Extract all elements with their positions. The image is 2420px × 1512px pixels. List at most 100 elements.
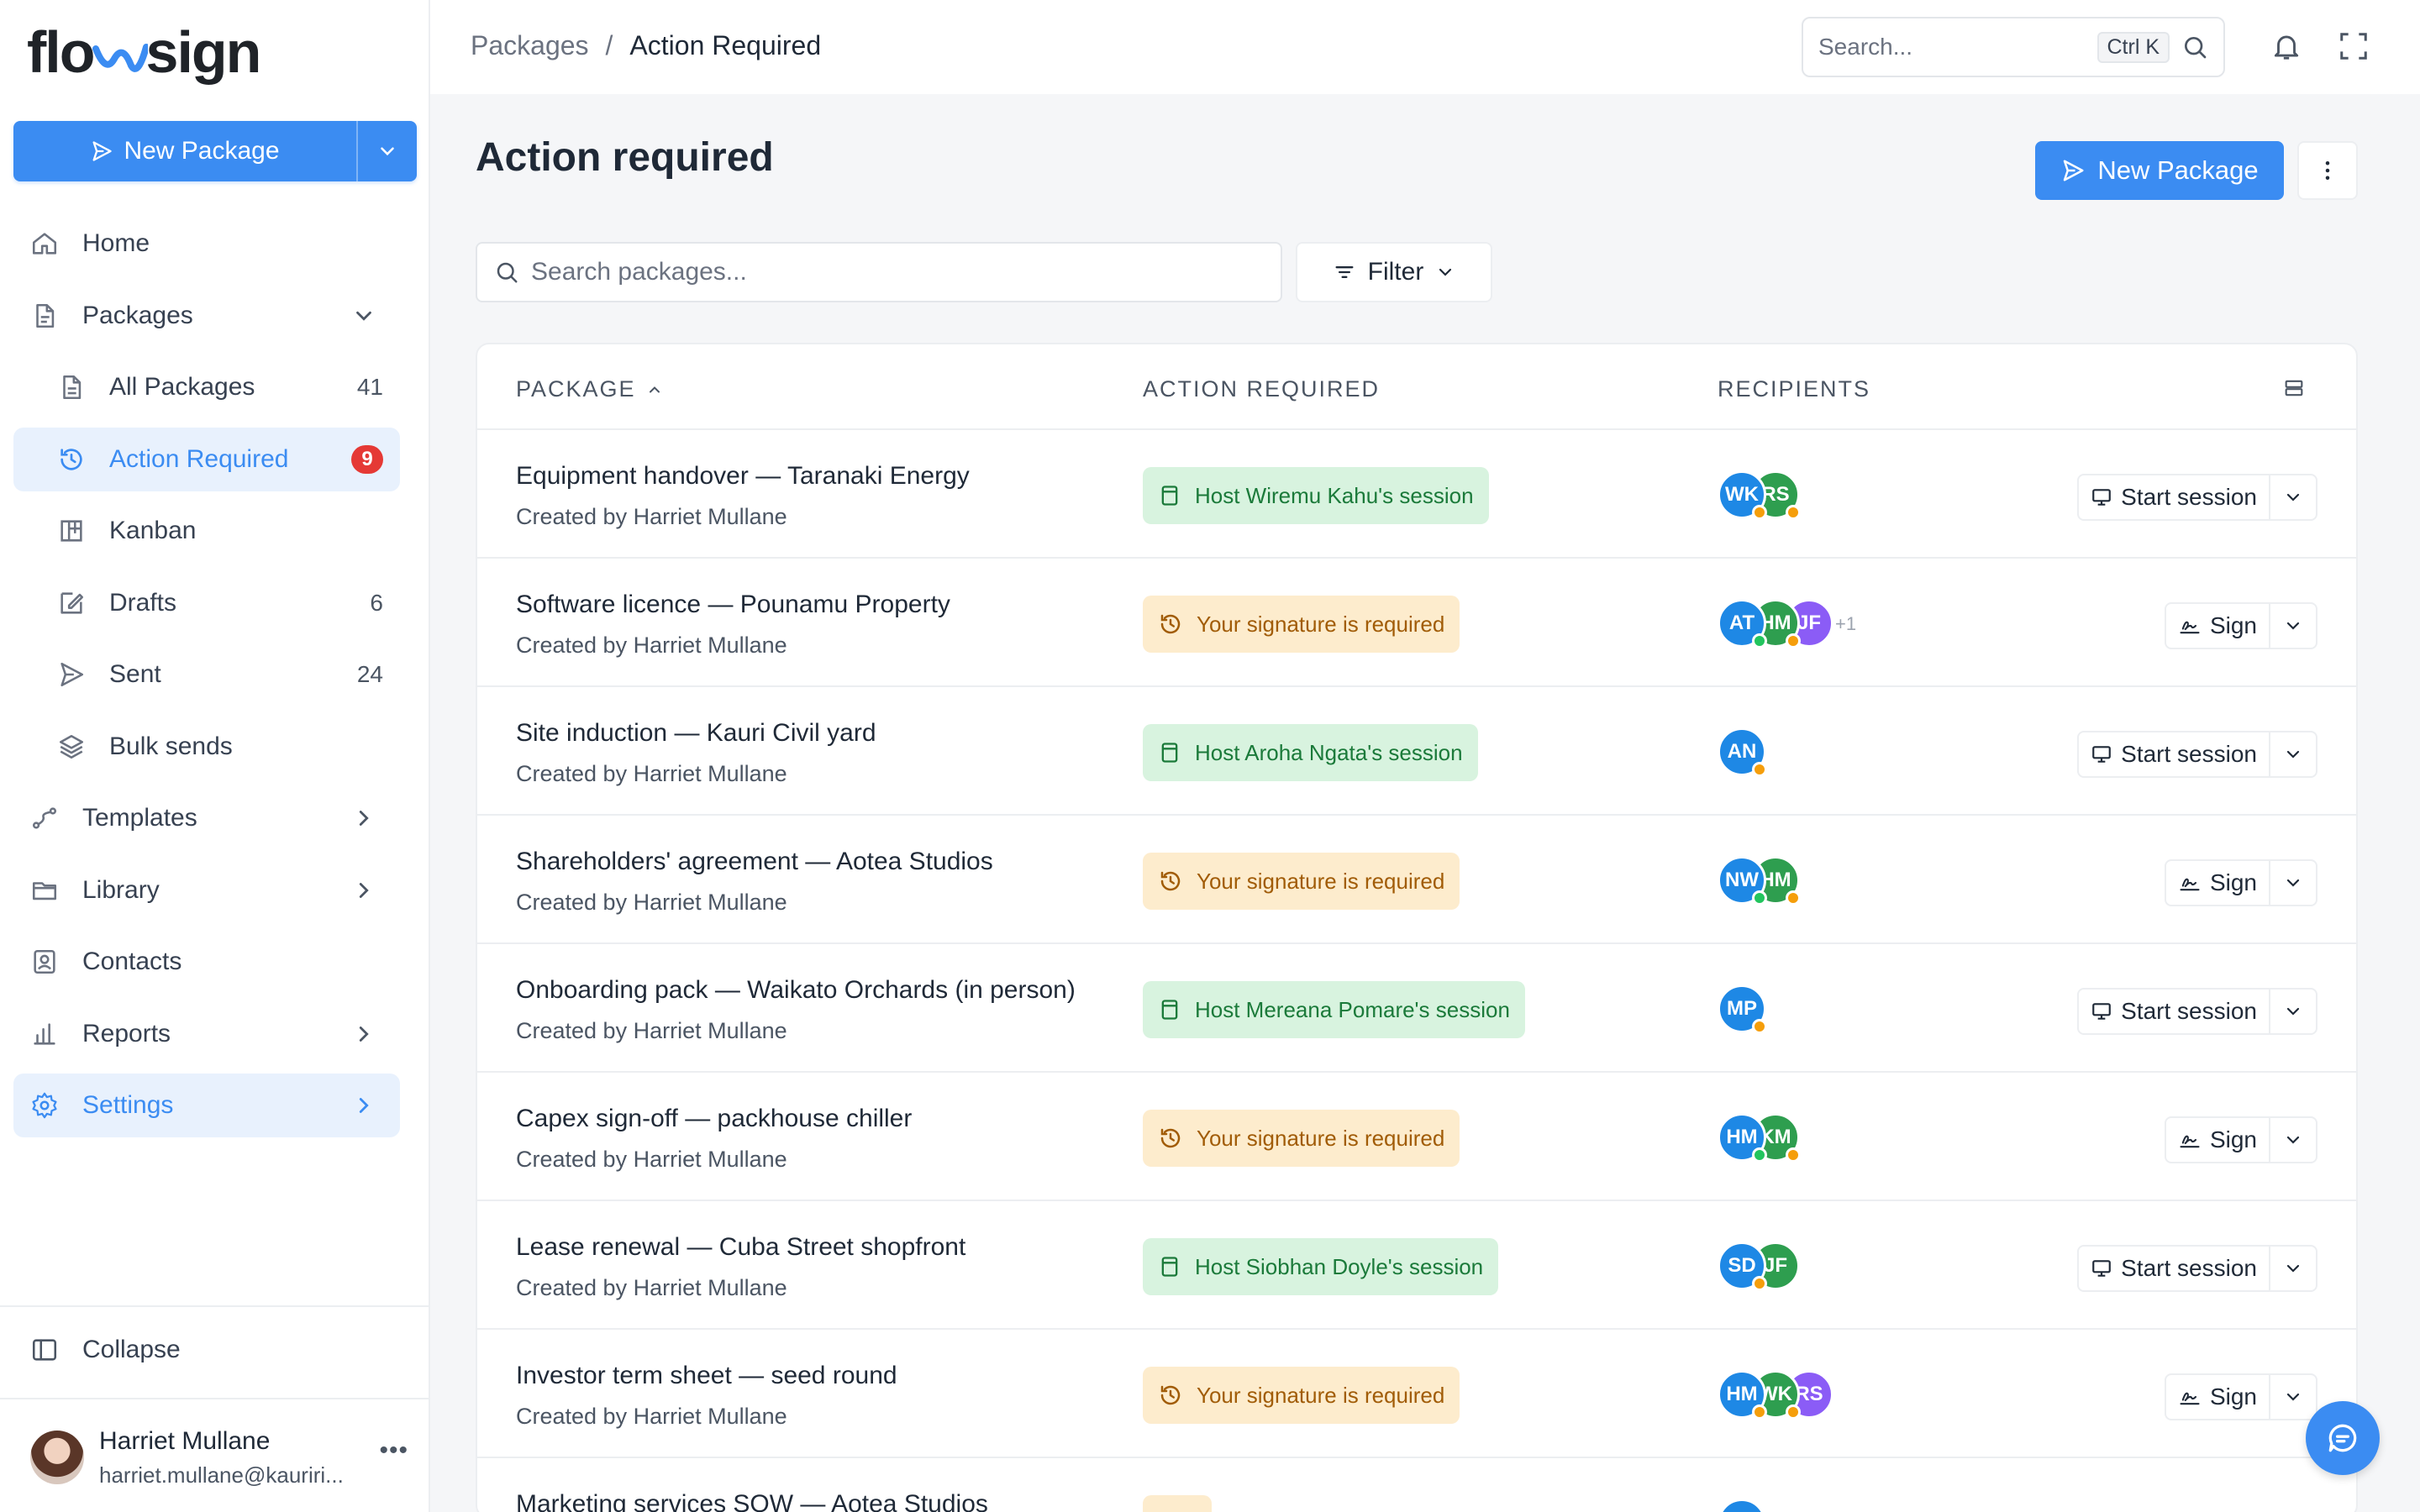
sidebar-item-label: Packages bbox=[82, 301, 193, 329]
start-session-button[interactable]: Start session bbox=[2079, 990, 2270, 1033]
row-action-dropdown-button[interactable] bbox=[2270, 1130, 2316, 1150]
package-title[interactable]: Capex sign-off — packhouse chiller bbox=[516, 1105, 912, 1133]
package-title[interactable]: Marketing services SOW — Aotea Studios bbox=[516, 1490, 988, 1512]
chevron-right-icon bbox=[359, 1098, 369, 1113]
recipient-initials: HM bbox=[1726, 1126, 1758, 1148]
table-row[interactable]: Marketing services SOW — Aotea Studios bbox=[477, 1458, 2356, 1512]
sidebar-item-contacts[interactable]: Contacts bbox=[13, 930, 400, 994]
more-options-button[interactable] bbox=[2297, 141, 2358, 200]
sign-button[interactable]: Sign bbox=[2166, 1118, 2270, 1162]
package-title[interactable]: Lease renewal — Cuba Street shopfront bbox=[516, 1233, 965, 1262]
row-action-dropdown-button[interactable] bbox=[2270, 487, 2316, 507]
filter-button[interactable]: Filter bbox=[1296, 242, 1492, 302]
user-email: harriet.mullane@kauriri... bbox=[99, 1462, 344, 1488]
row-action-dropdown-button[interactable] bbox=[2270, 744, 2316, 764]
sidebar-item-kanban[interactable]: Kanban bbox=[13, 499, 400, 563]
table-row[interactable]: Software licence — Pounamu Property Creat… bbox=[477, 559, 2356, 687]
sidebar-item-settings[interactable]: Settings bbox=[13, 1074, 400, 1137]
new-package-label: New Package bbox=[2097, 155, 2259, 185]
table-row[interactable]: Shareholders' agreement — Aotea Studios C… bbox=[477, 816, 2356, 944]
kanban-icon bbox=[60, 520, 82, 542]
sign-button[interactable]: Sign bbox=[2166, 1375, 2270, 1419]
sidebar-item-sent[interactable]: Sent 24 bbox=[13, 643, 400, 706]
sidebar-item-all-packages[interactable]: All Packages 41 bbox=[13, 355, 400, 419]
chevron-down-icon bbox=[2286, 879, 2300, 887]
recipients-group[interactable]: HM KM bbox=[1718, 1113, 1801, 1163]
action-required-pill bbox=[1143, 1495, 1212, 1512]
sidebar-item-bulk-sends[interactable]: Bulk sends bbox=[13, 715, 400, 779]
recipient-avatar: SD bbox=[1718, 1242, 1767, 1291]
recipients-group[interactable]: MP bbox=[1718, 984, 1767, 1035]
row-action-split-button: Start session bbox=[2077, 1245, 2317, 1292]
recipients-group[interactable] bbox=[1718, 1499, 1766, 1512]
package-title[interactable]: Site induction — Kauri Civil yard bbox=[516, 719, 876, 748]
user-menu-more-icon[interactable]: ••• bbox=[379, 1436, 408, 1465]
row-action-dropdown-button[interactable] bbox=[2270, 1001, 2316, 1021]
table-row[interactable]: Site induction — Kauri Civil yard Created… bbox=[477, 687, 2356, 816]
row-action-split-button: Sign bbox=[2164, 1116, 2317, 1163]
package-creator: Created by Harriet Mullane bbox=[516, 1404, 787, 1429]
sign-button[interactable]: Sign bbox=[2166, 861, 2270, 905]
package-title[interactable]: Onboarding pack — Waikato Orchards (in p… bbox=[516, 976, 1076, 1005]
sidebar-item-count: 41 bbox=[356, 374, 383, 400]
recipients-group[interactable]: WK RS bbox=[1718, 470, 1801, 521]
recipients-group[interactable]: AN bbox=[1718, 727, 1767, 778]
package-title[interactable]: Shareholders' agreement — Aotea Studios bbox=[516, 848, 993, 876]
sidebar-item-home[interactable]: Home bbox=[13, 212, 400, 276]
start-session-button[interactable]: Start session bbox=[2079, 1247, 2270, 1290]
action-button-label: Sign bbox=[2209, 869, 2257, 895]
package-title[interactable]: Software licence — Pounamu Property bbox=[516, 591, 950, 619]
sign-button[interactable]: Sign bbox=[2166, 604, 2270, 648]
recipients-group[interactable]: AT HM JF +1 bbox=[1718, 599, 1856, 649]
collapse-button[interactable]: Collapse bbox=[30, 1336, 181, 1364]
sidebar-item-templates[interactable]: Templates bbox=[13, 786, 400, 850]
package-search-input[interactable]: Search packages... bbox=[476, 242, 1282, 302]
start-session-button[interactable]: Start session bbox=[2079, 732, 2270, 776]
sidebar-item-drafts[interactable]: Drafts 6 bbox=[13, 571, 400, 635]
row-action-dropdown-button[interactable] bbox=[2270, 616, 2316, 636]
new-package-button-main[interactable]: New Package bbox=[2035, 141, 2284, 200]
logo[interactable]: flo sign bbox=[27, 18, 261, 86]
sidebar-nav: Home Packages All Packages 41 Action Req… bbox=[13, 212, 400, 1146]
table-row[interactable]: Lease renewal — Cuba Street shopfront Cre… bbox=[477, 1201, 2356, 1330]
new-package-dropdown-button[interactable] bbox=[356, 121, 417, 181]
chevron-down-icon bbox=[2286, 1007, 2300, 1016]
recipients-group[interactable]: HM WK RS bbox=[1718, 1370, 1833, 1420]
package-title[interactable]: Equipment handover — Taranaki Energy bbox=[516, 462, 970, 491]
package-title[interactable]: Investor term sheet — seed round bbox=[516, 1362, 897, 1390]
breadcrumb-packages[interactable]: Packages bbox=[471, 30, 589, 61]
recipient-status-dot bbox=[1786, 1147, 1801, 1163]
row-action-dropdown-button[interactable] bbox=[2270, 873, 2316, 893]
recipients-group[interactable]: NW HM bbox=[1718, 856, 1801, 906]
sidebar-item-action-required[interactable]: Action Required 9 bbox=[13, 427, 400, 491]
recipient-avatar: AN bbox=[1718, 727, 1767, 777]
package-creator: Created by Harriet Mullane bbox=[516, 1018, 787, 1043]
bell-icon[interactable] bbox=[2270, 30, 2302, 62]
sidebar-item-count: 6 bbox=[370, 589, 383, 616]
table-row[interactable]: Equipment handover — Taranaki Energy Crea… bbox=[477, 430, 2356, 559]
sidebar-item-packages[interactable]: Packages bbox=[13, 284, 400, 348]
sidebar-item-reports[interactable]: Reports bbox=[13, 1002, 400, 1066]
global-search-input[interactable]: Search... Ctrl K bbox=[1802, 17, 2225, 77]
action-required-text: Your signature is required bbox=[1197, 1382, 1445, 1408]
row-action-dropdown-button[interactable] bbox=[2270, 1258, 2316, 1278]
recipients-group[interactable]: SD JF bbox=[1718, 1242, 1800, 1292]
column-header-package[interactable]: PACKAGE bbox=[516, 376, 663, 402]
table-row[interactable]: Onboarding pack — Waikato Orchards (in p… bbox=[477, 944, 2356, 1073]
sidebar-item-label: Drafts bbox=[109, 588, 177, 617]
row-action-dropdown-button[interactable] bbox=[2270, 1387, 2316, 1407]
recipient-avatar: WK bbox=[1718, 470, 1767, 520]
start-session-button[interactable]: Start session bbox=[2079, 475, 2270, 519]
table-row[interactable]: Capex sign-off — packhouse chiller Create… bbox=[477, 1073, 2356, 1201]
monitor-icon bbox=[2092, 746, 2111, 763]
fullscreen-icon[interactable] bbox=[2338, 30, 2370, 62]
sidebar-item-label: Settings bbox=[82, 1091, 174, 1119]
chat-support-button[interactable] bbox=[2306, 1401, 2380, 1475]
action-button-label: Sign bbox=[2209, 1126, 2257, 1152]
sidebar-item-library[interactable]: Library bbox=[13, 858, 400, 922]
column-settings-icon[interactable] bbox=[2282, 376, 2306, 400]
user-profile[interactable]: Harriet Mullane harriet.mullane@kauriri.… bbox=[30, 1420, 408, 1495]
table-row[interactable]: Investor term sheet — seed round Created … bbox=[477, 1330, 2356, 1458]
signature-icon bbox=[2180, 1135, 2200, 1148]
new-package-button[interactable]: New Package bbox=[13, 121, 356, 181]
